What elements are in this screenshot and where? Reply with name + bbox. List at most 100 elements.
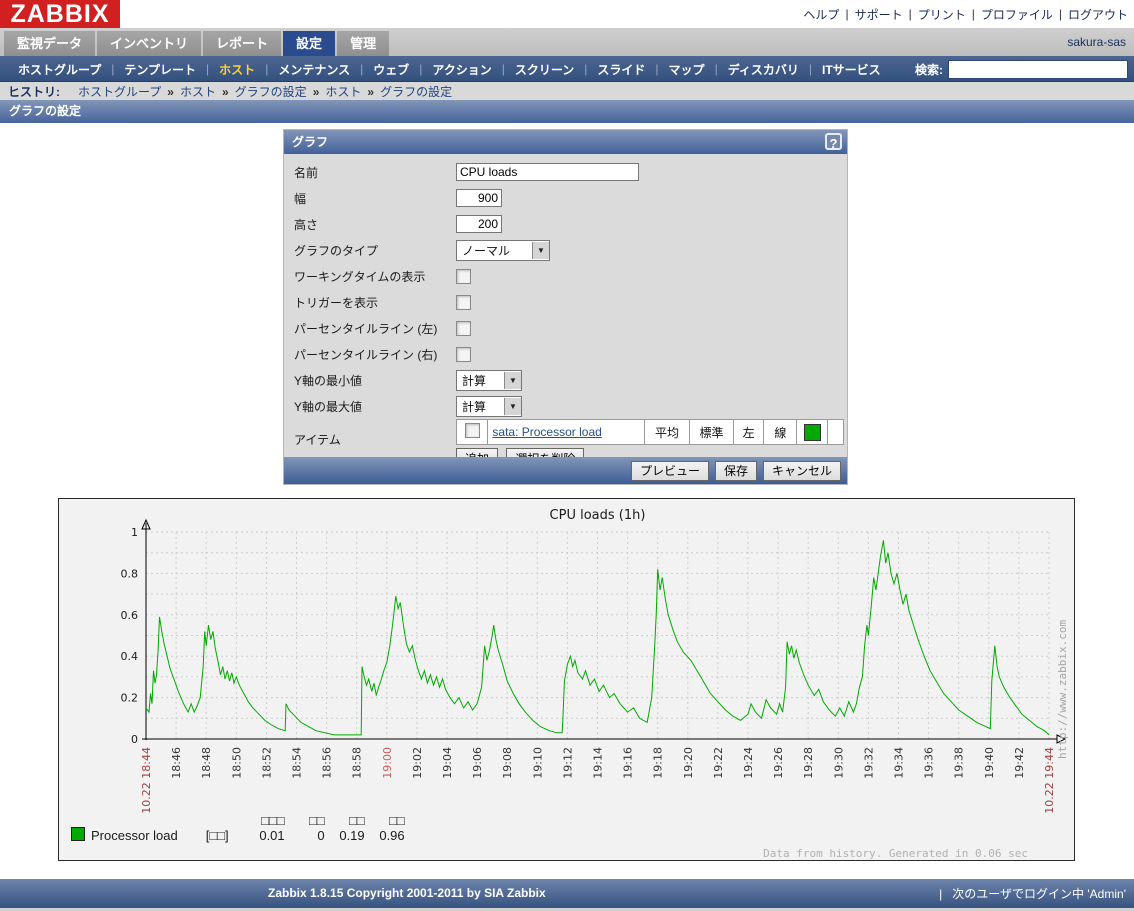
top-link[interactable]: プリント [918, 6, 966, 23]
percentile-left-checkbox[interactable] [456, 321, 471, 336]
graph-preview: CPU loads (1h)00.20.40.60.8110.22 18:441… [58, 498, 1075, 861]
breadcrumb-link[interactable]: グラフの設定 [235, 85, 307, 99]
search-label: 検索: [915, 61, 943, 78]
show-triggers-checkbox[interactable] [456, 295, 471, 310]
chart-legend: Processor load [□□] □□□0.01□□0□□0.19□□0.… [71, 813, 405, 843]
svg-text:0.4: 0.4 [121, 650, 139, 663]
svg-text:CPU loads (1h): CPU loads (1h) [550, 508, 646, 523]
y-max-label: Y軸の最大値 [294, 398, 456, 415]
cancel-button[interactable]: キャンセル [763, 461, 841, 481]
svg-text:19:14: 19:14 [592, 747, 605, 779]
chevron-down-icon: ▼ [504, 398, 521, 415]
link-separator: | [972, 7, 975, 21]
item-line-type: 線 [764, 420, 797, 445]
top-link[interactable]: サポート [855, 6, 903, 23]
svg-text:19:22: 19:22 [712, 747, 725, 779]
y-min-select[interactable]: 計算 ▼ [456, 370, 522, 391]
legend-stat-value: 0.96 [379, 828, 404, 843]
breadcrumb: ヒストリ: ホストグループ»ホスト»グラフの設定»ホスト»グラフの設定 [0, 82, 1134, 100]
svg-text:19:18: 19:18 [652, 747, 665, 779]
svg-text:19:38: 19:38 [953, 747, 966, 779]
menu-item-テンプレート[interactable]: テンプレート [114, 61, 206, 78]
working-time-checkbox[interactable] [456, 269, 471, 284]
breadcrumb-separator: » [367, 85, 374, 99]
svg-text:19:00: 19:00 [381, 747, 394, 779]
page-footer: Zabbix 1.8.15 Copyright 2001-2011 by SIA… [0, 879, 1134, 908]
svg-text:18:56: 18:56 [321, 747, 334, 779]
width-input[interactable] [456, 189, 502, 207]
y-min-label: Y軸の最小値 [294, 372, 456, 389]
breadcrumb-separator: » [222, 85, 229, 99]
svg-text:19:26: 19:26 [772, 747, 785, 779]
menu-item-ディスカバリ[interactable]: ディスカバリ [718, 61, 809, 78]
width-label: 幅 [294, 190, 456, 207]
svg-text:10.22 18:44: 10.22 18:44 [140, 747, 153, 814]
tab-レポート[interactable]: レポート [203, 31, 281, 56]
save-button[interactable]: 保存 [715, 461, 757, 481]
menu-item-ITサービス[interactable]: ITサービス [812, 61, 891, 78]
menu-item-メンテナンス[interactable]: メンテナンス [268, 61, 360, 78]
tab-監視データ[interactable]: 監視データ [4, 31, 95, 56]
tab-管理[interactable]: 管理 [337, 31, 389, 56]
legend-stat-column: □□0 [285, 813, 325, 843]
help-icon[interactable]: ? [825, 133, 842, 150]
chart-footnote: Data from history. Generated in 0.06 sec [763, 847, 1028, 860]
item-checkbox[interactable] [465, 423, 480, 438]
chevron-down-icon: ▼ [532, 242, 549, 259]
dialog-footer: プレビュー 保存 キャンセル [284, 457, 847, 484]
login-status-text: 次のユーザでログイン中 'Admin' [952, 885, 1126, 902]
legend-stats: □□□0.01□□0□□0.19□□0.96 [245, 813, 405, 843]
breadcrumb-label: ヒストリ: [8, 83, 60, 100]
top-bar: ZABBIX ヘルプ|サポート|プリント|プロファイル|ログアウト [0, 0, 1134, 28]
search-input[interactable] [948, 60, 1128, 79]
preview-button[interactable]: プレビュー [631, 461, 709, 481]
y-max-select[interactable]: 計算 ▼ [456, 396, 522, 417]
menu-item-ホスト[interactable]: ホスト [209, 61, 265, 78]
graph-type-label: グラフのタイプ [294, 242, 456, 259]
svg-text:18:48: 18:48 [200, 747, 213, 779]
top-link[interactable]: ログアウト [1068, 6, 1128, 23]
name-input[interactable] [456, 163, 639, 181]
footer-divider: | [939, 887, 942, 901]
menu-item-スライド[interactable]: スライド [587, 61, 655, 78]
breadcrumb-link[interactable]: ホスト [325, 85, 361, 99]
svg-text:19:16: 19:16 [622, 747, 635, 779]
svg-text:18:52: 18:52 [260, 747, 273, 779]
tab-インベントリ[interactable]: インベントリ [97, 31, 201, 56]
svg-text:19:32: 19:32 [862, 747, 875, 779]
svg-text:19:42: 19:42 [1013, 747, 1026, 779]
graph-type-select[interactable]: ノーマル ▼ [456, 240, 550, 261]
breadcrumb-link[interactable]: グラフの設定 [380, 85, 452, 99]
svg-text:19:10: 19:10 [531, 747, 544, 779]
menu-item-アクション[interactable]: アクション [422, 61, 501, 78]
graph-type-value: ノーマル [457, 242, 532, 259]
svg-text:19:08: 19:08 [501, 747, 514, 779]
breadcrumb-separator: » [313, 85, 320, 99]
breadcrumb-link[interactable]: ホストグループ [78, 85, 161, 99]
item-link[interactable]: sata: Processor load [492, 425, 601, 439]
menu-item-スクリーン[interactable]: スクリーン [505, 61, 584, 78]
top-link[interactable]: ヘルプ [803, 6, 839, 23]
svg-text:19:02: 19:02 [411, 747, 424, 779]
breadcrumb-link[interactable]: ホスト [180, 85, 216, 99]
svg-text:19:28: 19:28 [802, 747, 815, 779]
tab-設定[interactable]: 設定 [283, 31, 335, 56]
top-link[interactable]: プロファイル [981, 6, 1053, 23]
item-function: 平均 [644, 420, 689, 445]
graph-config-dialog: グラフ ? 名前 幅 高さ グラフのタイプ ノーマル ▼ ワーキングタイムの表示… [283, 129, 848, 485]
svg-text:19:20: 19:20 [682, 747, 695, 779]
menu-item-ホストグループ[interactable]: ホストグループ [8, 61, 111, 78]
menu-item-ウェブ[interactable]: ウェブ [363, 61, 419, 78]
dialog-header: グラフ ? [284, 130, 847, 154]
top-links: ヘルプ|サポート|プリント|プロファイル|ログアウト [803, 0, 1128, 28]
show-triggers-label: トリガーを表示 [294, 294, 456, 311]
svg-text:19:34: 19:34 [893, 747, 906, 779]
height-input[interactable] [456, 215, 502, 233]
main-tab-bar: 監視データインベントリレポート設定管理 sakura-sas [0, 28, 1134, 56]
svg-text:19:04: 19:04 [441, 747, 454, 779]
item-draw-style: 標準 [690, 420, 734, 445]
percentile-right-checkbox[interactable] [456, 347, 471, 362]
menu-item-マップ[interactable]: マップ [659, 61, 715, 78]
item-color-swatch[interactable] [804, 424, 821, 441]
percentile-left-label: パーセンタイルライン (左) [294, 320, 456, 337]
